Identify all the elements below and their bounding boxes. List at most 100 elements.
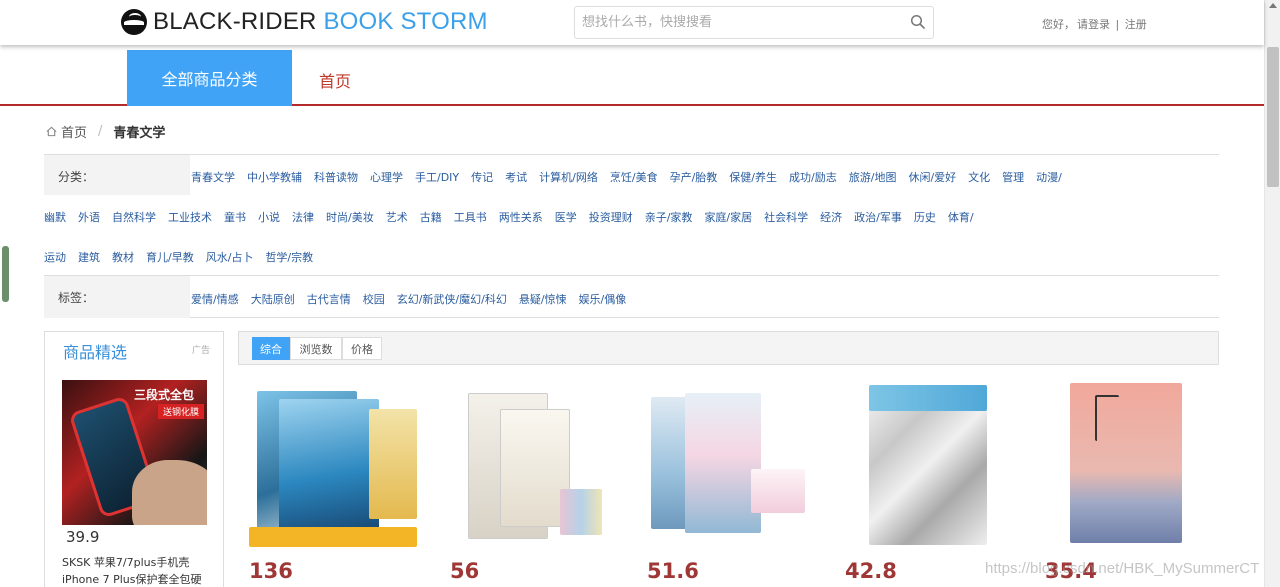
category-link[interactable]: 建筑: [78, 251, 100, 264]
category-link[interactable]: 哲学/宗教: [265, 251, 313, 264]
ad-banner-line2: 送钢化膜: [158, 404, 205, 419]
category-link[interactable]: 工具书: [454, 211, 487, 224]
all-categories-tab[interactable]: 全部商品分类: [127, 50, 292, 106]
category-link[interactable]: 小说: [258, 211, 280, 224]
category-link[interactable]: 体育/: [948, 211, 974, 224]
product-cover[interactable]: [249, 379, 419, 549]
login-link[interactable]: 请登录: [1077, 18, 1110, 31]
tag-filter: 标签： 爱情/情感 大陆原创 古代言情 校园 玄幻/新武侠/魔幻/科幻 悬疑/惊悚 娱乐/偶…: [44, 275, 1219, 318]
category-link[interactable]: 中小学教辅: [247, 171, 302, 184]
scroll-up-icon[interactable]: [1269, 3, 1277, 8]
category-link[interactable]: 社会科学: [764, 211, 808, 224]
category-link[interactable]: 心理学: [370, 171, 403, 184]
watermark-text: https://blog.csdn.net/HBK_MySummerCT: [985, 560, 1260, 577]
category-link[interactable]: 童书: [224, 211, 246, 224]
logo-icon: [121, 9, 147, 35]
tag-link[interactable]: 悬疑/惊悚: [519, 293, 567, 306]
tag-link[interactable]: 爱情/情感: [191, 293, 239, 306]
sort-views[interactable]: 浏览数: [290, 337, 342, 360]
category-link[interactable]: 文化: [968, 171, 990, 184]
home-icon: [46, 126, 57, 137]
side-drag-handle[interactable]: [2, 246, 9, 302]
breadcrumb-separator: /: [98, 124, 103, 139]
ad-price: 39.9: [66, 528, 100, 546]
category-link[interactable]: 经济: [820, 211, 842, 224]
category-link[interactable]: 运动: [44, 251, 66, 264]
logo-text-main: BLACK-RIDER: [153, 8, 317, 35]
tag-label: 标签：: [44, 276, 190, 318]
tag-link[interactable]: 玄幻/新武侠/魔幻/科幻: [397, 293, 507, 306]
category-link[interactable]: 工业技术: [168, 211, 212, 224]
user-login-area: 您好， 请登录 | 注册: [1040, 16, 1147, 32]
category-link[interactable]: 成功/励志: [789, 171, 837, 184]
search-icon[interactable]: [910, 14, 926, 30]
tag-link[interactable]: 校园: [363, 293, 385, 306]
greeting-text: 您好，: [1042, 18, 1075, 31]
logo-text: BLACK-RIDER BOOK STORM: [153, 8, 488, 36]
category-link[interactable]: 法律: [292, 211, 314, 224]
category-link[interactable]: 政治/军事: [854, 211, 902, 224]
product-price: 51.6: [647, 559, 699, 583]
category-link[interactable]: 古籍: [420, 211, 442, 224]
category-link[interactable]: 计算机/网络: [539, 171, 598, 184]
search-input[interactable]: [575, 7, 895, 38]
ad-tag: 广告: [191, 346, 210, 356]
category-link[interactable]: 孕产/胎教: [670, 171, 718, 184]
category-link[interactable]: 旅游/地图: [849, 171, 897, 184]
breadcrumb: 首页 / 青春文学: [46, 122, 165, 141]
category-link[interactable]: 传记: [471, 171, 493, 184]
sort-comprehensive[interactable]: 综合: [252, 337, 290, 360]
ad-description[interactable]: SKSK 苹果7/7plus手机壳 iPhone 7 Plus保护套全包硬: [62, 554, 212, 587]
page-scrollbar[interactable]: [1264, 0, 1280, 587]
category-link[interactable]: 教材: [112, 251, 134, 264]
tag-link[interactable]: 古代言情: [307, 293, 351, 306]
product-cover[interactable]: [1045, 379, 1215, 549]
tag-row: 爱情/情感 大陆原创 古代言情 校园 玄幻/新武侠/魔幻/科幻 悬疑/惊悚 娱乐/偶像: [191, 291, 638, 311]
category-link[interactable]: 历史: [914, 211, 936, 224]
category-link[interactable]: 自然科学: [112, 211, 156, 224]
category-link[interactable]: 医学: [555, 211, 577, 224]
product-cover[interactable]: [845, 379, 1015, 549]
breadcrumb-home[interactable]: 首页: [61, 122, 87, 141]
category-link[interactable]: 时尚/美妆: [326, 211, 374, 224]
product-price: 56: [450, 559, 480, 583]
category-link[interactable]: 亲子/家教: [645, 211, 693, 224]
category-link[interactable]: 两性关系: [499, 211, 543, 224]
category-filter: 分类： 青春文学 中小学教辅 科普读物 心理学 手工/DIY 传记 考试 计算机/网络 烹饪/美…: [44, 154, 1219, 275]
search-box: [574, 6, 934, 39]
category-row: 青春文学 中小学教辅 科普读物 心理学 手工/DIY 传记 考试 计算机/网络 烹饪/美食 孕产/…: [191, 169, 1074, 189]
home-tab[interactable]: 首页: [319, 68, 351, 92]
category-link[interactable]: 艺术: [386, 211, 408, 224]
product-cover[interactable]: [647, 379, 817, 549]
category-link[interactable]: 保健/养生: [729, 171, 777, 184]
category-link[interactable]: 家庭/家居: [704, 211, 752, 224]
product-price: 42.8: [845, 559, 897, 583]
category-link[interactable]: 外语: [78, 211, 100, 224]
tag-link[interactable]: 娱乐/偶像: [579, 293, 627, 306]
category-link[interactable]: 投资理财: [589, 211, 633, 224]
sort-price[interactable]: 价格: [342, 337, 382, 360]
category-link[interactable]: 育儿/早教: [146, 251, 194, 264]
ad-title: 商品精选: [63, 343, 128, 362]
site-logo[interactable]: BLACK-RIDER BOOK STORM: [121, 8, 488, 36]
category-link[interactable]: 手工/DIY: [415, 171, 459, 184]
scrollbar-thumb[interactable]: [1267, 47, 1279, 187]
category-link[interactable]: 考试: [505, 171, 527, 184]
register-link[interactable]: 注册: [1125, 18, 1147, 31]
ad-product-image[interactable]: 三段式全包 送钢化膜: [62, 380, 207, 525]
category-link[interactable]: 幽默: [44, 211, 66, 224]
featured-ad-panel: 商品精选 广告 三段式全包 送钢化膜 39.9 SKSK 苹果7/7plus手机…: [44, 331, 224, 587]
category-link[interactable]: 动漫/: [1036, 171, 1062, 184]
category-link[interactable]: 烹饪/美食: [610, 171, 658, 184]
category-link[interactable]: 青春文学: [191, 171, 235, 184]
product-cover[interactable]: [450, 379, 620, 549]
category-link[interactable]: 风水/占卜: [206, 251, 254, 264]
category-link[interactable]: 科普读物: [314, 171, 358, 184]
category-row: 运动 建筑 教材 育儿/早教 风水/占卜 哲学/宗教: [44, 249, 325, 269]
login-divider: |: [1115, 18, 1120, 31]
category-link[interactable]: 管理: [1002, 171, 1024, 184]
ad-banner-line1: 三段式全包: [134, 388, 195, 402]
category-link[interactable]: 休闲/爱好: [908, 171, 956, 184]
main-nav: 全部商品分类 首页: [0, 45, 1264, 106]
tag-link[interactable]: 大陆原创: [251, 293, 295, 306]
